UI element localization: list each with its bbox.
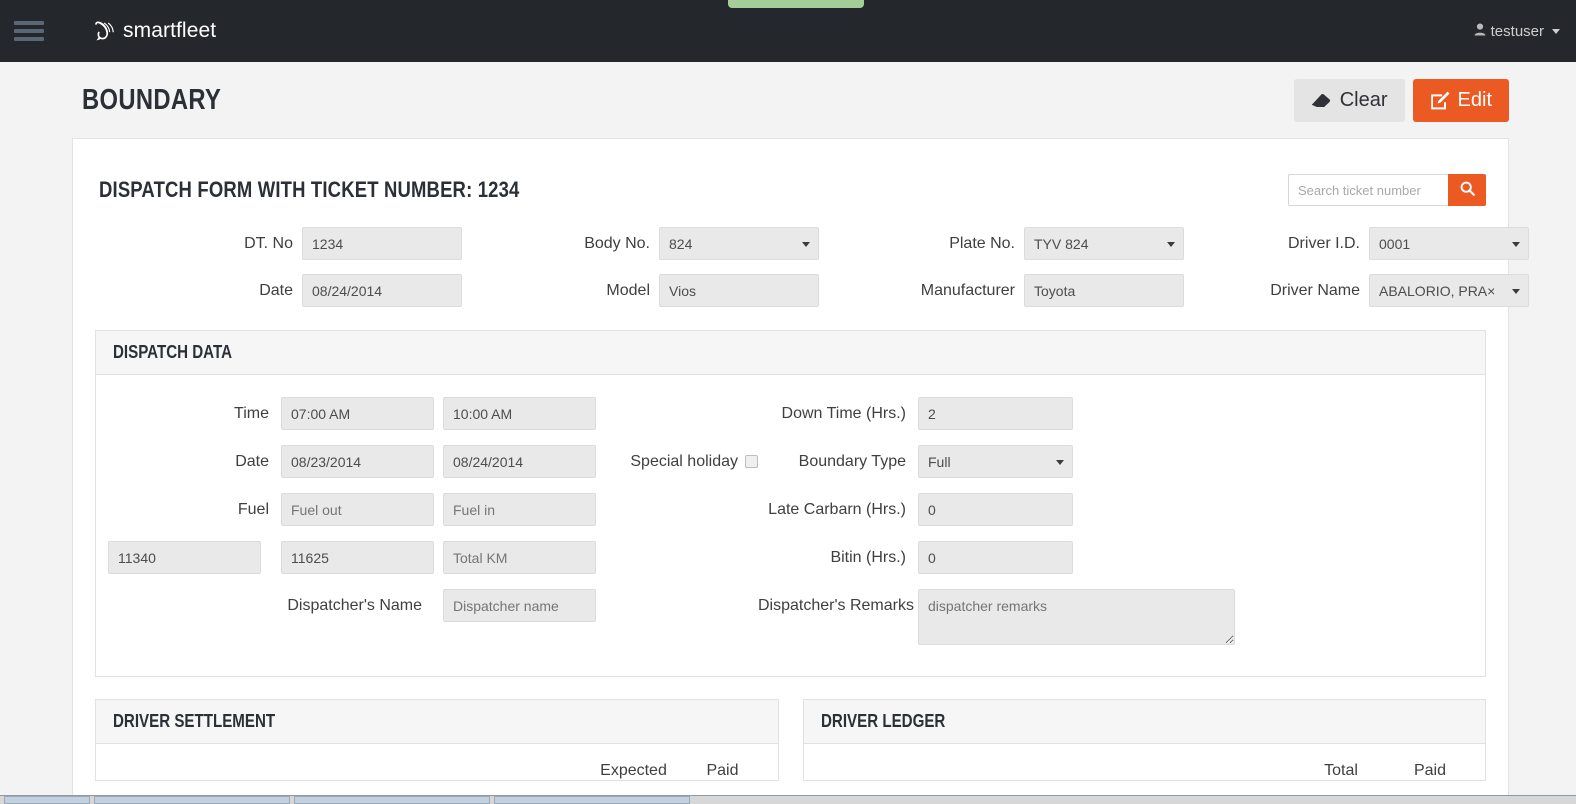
pencil-square-icon (1430, 91, 1450, 110)
edit-button-label: Edit (1457, 88, 1492, 111)
down-time-input[interactable] (918, 397, 1073, 430)
brand-logo[interactable]: smartfleet (94, 19, 216, 43)
down-time-label: Down Time (Hrs.) (781, 405, 906, 422)
clear-button[interactable]: Clear (1293, 78, 1405, 122)
user-menu[interactable]: testuser (1474, 23, 1560, 40)
driver-ledger-panel: DRIVER LEDGER Total Paid (802, 699, 1486, 781)
driver-settlement-column-headers: Expected Paid (96, 744, 778, 780)
bitin-input[interactable] (918, 541, 1073, 574)
driver-ledger-panel-header: DRIVER LEDGER (803, 700, 1485, 744)
odometer-total-km-input[interactable] (443, 541, 596, 574)
body-no-label: Body No. (584, 235, 650, 252)
search-input[interactable] (1288, 174, 1448, 206)
special-holiday-label: Special holiday (630, 452, 738, 470)
grid-spacer (471, 290, 519, 291)
search-button[interactable] (1448, 174, 1486, 206)
dispatcher-name-label: Dispatcher's Name (287, 597, 422, 614)
brand-name: smartfleet (123, 19, 217, 42)
dispatcher-remarks-label: Dispatcher's Remarks (758, 597, 914, 614)
driver-ledger-title: DRIVER LEDGER (820, 711, 945, 731)
date-input[interactable] (302, 274, 462, 307)
time-out-input[interactable] (281, 397, 434, 430)
os-taskbar (0, 795, 1576, 804)
model-label: Model (606, 282, 650, 299)
time-label: Time (234, 405, 269, 422)
driver-settlement-panel: DRIVER SETTLEMENT Expected Paid (95, 699, 779, 781)
dispatch-data-panel-header: DISPATCH DATA (96, 331, 1485, 375)
late-carbarn-input[interactable] (918, 493, 1073, 526)
form-title: DISPATCH FORM WITH TICKET NUMBER: 1234 (99, 177, 520, 202)
bottom-panels: DRIVER SETTLEMENT Expected Paid DRIVER L… (95, 699, 1486, 781)
taskbar-item[interactable] (294, 796, 490, 804)
date-in-input[interactable] (443, 445, 596, 478)
edit-button[interactable]: Edit (1412, 78, 1509, 122)
form-header: DISPATCH FORM WITH TICKET NUMBER: 1234 (95, 165, 1486, 215)
manufacturer-input[interactable] (1024, 274, 1184, 307)
top-navbar: smartfleet testuser (0, 0, 1576, 62)
plate-no-select[interactable]: TYV 824 (1024, 227, 1184, 260)
special-holiday-group: Special holiday (605, 445, 758, 478)
taskbar-item[interactable] (494, 796, 690, 804)
grid-spacer (471, 243, 519, 244)
dispatcher-remarks-textarea[interactable] (918, 589, 1235, 645)
odometer-second-input[interactable] (281, 541, 434, 574)
user-icon (1474, 23, 1486, 40)
plate-no-label: Plate No. (949, 235, 1015, 252)
grid-spacer (828, 290, 876, 291)
hamburger-icon[interactable] (14, 21, 44, 41)
special-holiday-checkbox[interactable] (745, 455, 758, 468)
chevron-down-icon (1552, 28, 1560, 34)
driver-name-select[interactable]: ABALORIO, PRA× (1369, 274, 1529, 307)
grid-spacer (1193, 243, 1241, 244)
paid-column-header: Paid (706, 762, 739, 779)
fuel-out-input[interactable] (281, 493, 434, 526)
dispatch-data-body: Time Down Time (Hrs.) Date Special holid… (96, 375, 1485, 676)
driver-id-select[interactable]: 0001 (1369, 227, 1529, 260)
paid-column-header: Paid (1413, 762, 1447, 779)
page-header: BOUNDARY Clear Edit (0, 62, 1576, 138)
dispatcher-name-input[interactable] (443, 589, 596, 622)
dt-no-label: DT. No (244, 235, 293, 252)
boundary-type-select[interactable]: Full (918, 445, 1073, 478)
grid-spacer (1193, 290, 1241, 291)
dt-no-input[interactable] (302, 227, 462, 260)
fuel-label: Fuel (237, 501, 269, 518)
search-ticket-group (1288, 174, 1486, 206)
date-label: Date (259, 282, 293, 299)
vehicle-info-grid: DT. No Body No. 824 Plate No. TYV 824 Dr… (95, 215, 1529, 307)
boundary-type-label: Boundary Type (798, 453, 906, 470)
late-carbarn-label: Late Carbarn (Hrs.) (768, 501, 906, 518)
dispatch-data-title: DISPATCH DATA (113, 342, 232, 362)
dispatch-data-panel: DISPATCH DATA Time Down Time (Hrs.) Date (95, 330, 1486, 677)
smartfleet-logo-icon (94, 20, 116, 42)
odometer-first-input[interactable] (108, 541, 261, 574)
bitin-label: Bitin (Hrs.) (830, 549, 906, 566)
driver-settlement-title: DRIVER SETTLEMENT (113, 711, 276, 731)
date-out-input[interactable] (281, 445, 434, 478)
top-notification-bar (728, 0, 864, 8)
time-in-input[interactable] (443, 397, 596, 430)
clear-button-label: Clear (1339, 88, 1388, 111)
total-column-header: Total (1324, 762, 1358, 779)
eraser-icon (1311, 92, 1332, 108)
fuel-in-input[interactable] (443, 493, 596, 526)
date-range-label: Date (235, 453, 269, 470)
driver-settlement-panel-header: DRIVER SETTLEMENT (96, 700, 778, 744)
search-icon (1460, 181, 1475, 199)
expected-column-header: Expected (600, 762, 667, 779)
taskbar-item[interactable] (4, 796, 90, 804)
taskbar-item[interactable] (94, 796, 290, 804)
header-actions: Clear Edit (1293, 78, 1509, 122)
grid-spacer (828, 243, 876, 244)
driver-ledger-column-headers: Total Paid (804, 744, 1486, 780)
driver-name-label: Driver Name (1270, 282, 1360, 299)
page-title: BOUNDARY (82, 83, 222, 116)
manufacturer-label: Manufacturer (920, 282, 1015, 299)
driver-id-label: Driver I.D. (1288, 235, 1360, 252)
body-no-select[interactable]: 824 (659, 227, 819, 260)
dispatch-form-card: DISPATCH FORM WITH TICKET NUMBER: 1234 D… (72, 138, 1529, 804)
username-label: testuser (1490, 22, 1544, 40)
model-input[interactable] (659, 274, 819, 307)
